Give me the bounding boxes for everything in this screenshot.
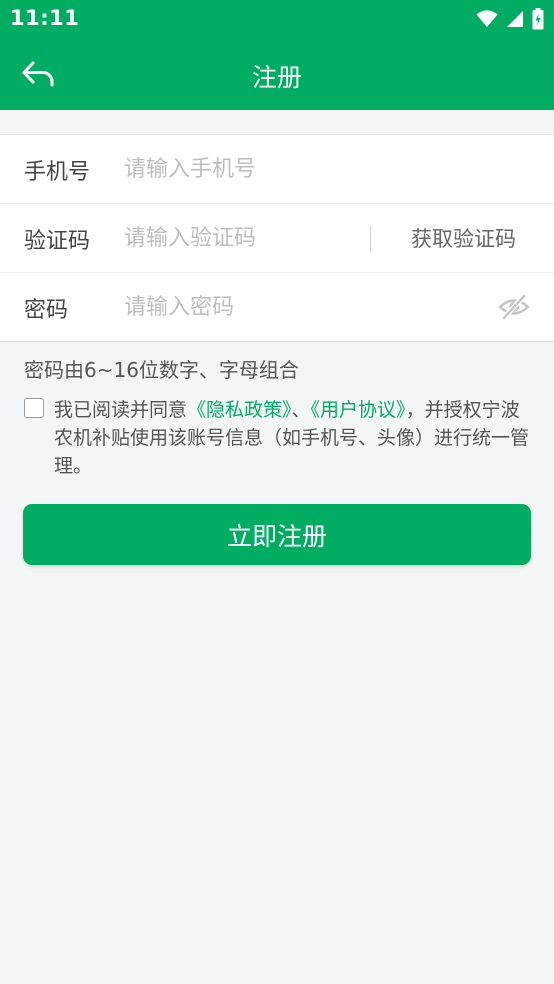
agreement: 我已阅读并同意《隐私政策》、《用户协议》，并授权宁波农机补贴使用该账号信息（如手… xyxy=(24,396,534,480)
wifi-icon xyxy=(476,10,498,27)
status-bar: 11:11 xyxy=(0,0,554,38)
eye-hidden-icon[interactable] xyxy=(498,293,530,321)
get-code-button[interactable]: 获取验证码 xyxy=(411,223,516,253)
password-row: 密码 xyxy=(0,273,554,341)
code-row: 验证码 获取验证码 xyxy=(0,204,554,273)
signal-icon xyxy=(507,11,523,27)
register-form: 手机号 验证码 获取验证码 密码 xyxy=(0,134,554,342)
agreement-checkbox[interactable] xyxy=(24,398,44,418)
register-button[interactable]: 立即注册 xyxy=(23,504,531,565)
phone-label: 手机号 xyxy=(24,160,91,185)
page-title: 注册 xyxy=(251,63,302,92)
privacy-policy-link[interactable]: 《隐私政策》 xyxy=(187,399,292,421)
password-input[interactable] xyxy=(124,287,474,327)
password-hint: 密码由6~16位数字、字母组合 xyxy=(24,358,299,382)
status-icons xyxy=(476,8,544,30)
app-bar: 注册 xyxy=(0,38,554,110)
agreement-text: 我已阅读并同意《隐私政策》、《用户协议》，并授权宁波农机补贴使用该账号信息（如手… xyxy=(54,396,534,480)
battery-icon xyxy=(532,8,544,30)
status-time: 11:11 xyxy=(10,6,80,30)
agreement-prefix: 我已阅读并同意 xyxy=(54,399,188,421)
password-label: 密码 xyxy=(24,298,69,323)
code-divider xyxy=(370,226,371,252)
code-input[interactable] xyxy=(124,218,360,258)
phone-input[interactable] xyxy=(124,149,424,189)
user-agreement-link[interactable]: 《用户协议》 xyxy=(311,399,406,421)
code-label: 验证码 xyxy=(24,229,91,254)
phone-row: 手机号 xyxy=(0,135,554,204)
agreement-separator: 、 xyxy=(291,399,311,421)
